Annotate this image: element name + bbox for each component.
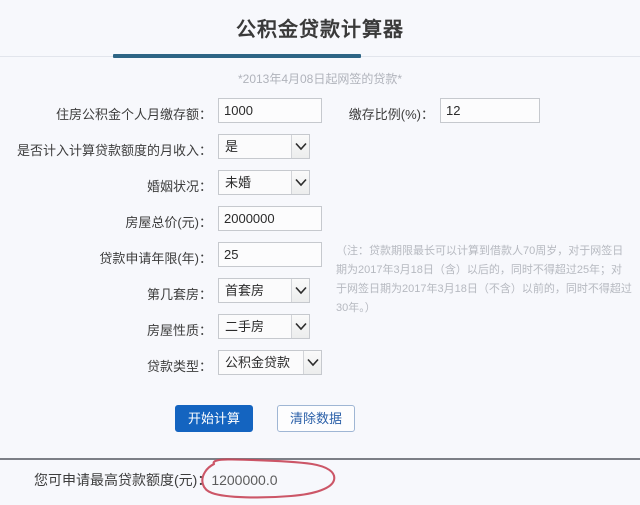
result-divider: [0, 458, 640, 460]
house-total-price-input[interactable]: [218, 206, 322, 231]
house-order-select[interactable]: 首套房: [218, 278, 310, 303]
include-income-select[interactable]: 是: [218, 134, 310, 159]
deposit-ratio-field: [440, 98, 540, 123]
calculator-form: 住房公积金个人月缴存额： 缴存比例(%)： 是否计入计算贷款额度的月收入： 是: [0, 96, 640, 384]
form-row-include-income: 是否计入计算贷款额度的月收入： 是: [0, 132, 640, 168]
marital-status-select[interactable]: 未婚: [218, 170, 310, 195]
include-income-field: 是: [218, 134, 310, 163]
monthly-deposit-input[interactable]: [218, 98, 322, 123]
house-order-field: 首套房: [218, 278, 310, 307]
loan-years-field: [218, 242, 322, 267]
monthly-deposit-label: 住房公积金个人月缴存额：: [55, 107, 212, 122]
result-value: 1200000.0: [211, 472, 278, 488]
loan-calculator-page: 公积金贷款计算器 *2013年4月08日起网签的贷款* 住房公积金个人月缴存额：…: [0, 0, 640, 500]
house-total-price-field: [218, 206, 322, 231]
marital-status-label: 婚姻状况：: [146, 179, 212, 194]
form-row-loan-type: 贷款类型： 公积金贷款: [0, 348, 640, 384]
calculate-button[interactable]: 开始计算: [175, 405, 253, 432]
loan-years-input[interactable]: [218, 242, 322, 267]
house-nature-label: 房屋性质：: [146, 323, 212, 338]
house-nature-select[interactable]: 二手房: [218, 314, 310, 339]
form-row-house-price: 房屋总价(元)：: [0, 204, 640, 240]
deposit-ratio-input[interactable]: [440, 98, 540, 123]
chevron-down-icon: [291, 135, 309, 158]
house-order-label: 第几套房：: [146, 287, 212, 302]
result-label: 您可申请最高贷款额度(元)：: [34, 472, 212, 488]
loan-term-note: （注：贷款期限最长可以计算到借款人70周岁，对于网签日期为2017年3月18日（…: [336, 245, 632, 314]
chevron-down-icon: [291, 171, 309, 194]
form-row-marital-status: 婚姻状况： 未婚: [0, 168, 640, 204]
house-nature-field: 二手房: [218, 314, 310, 343]
page-subtitle: *2013年4月08日起网签的贷款*: [237, 72, 403, 86]
loan-type-field: 公积金贷款: [218, 350, 322, 379]
marital-status-field: 未婚: [218, 170, 310, 199]
clear-button[interactable]: 清除数据: [277, 405, 355, 432]
page-title: 公积金贷款计算器: [236, 19, 404, 41]
form-row-deposit: 住房公积金个人月缴存额： 缴存比例(%)：: [0, 96, 640, 132]
loan-type-select[interactable]: 公积金贷款: [218, 350, 322, 375]
chevron-down-icon: [291, 315, 309, 338]
loan-years-label: 贷款申请年限(年)：: [99, 251, 212, 266]
include-income-label: 是否计入计算贷款额度的月收入：: [16, 143, 212, 158]
monthly-deposit-field: [218, 98, 322, 123]
loan-type-label: 贷款类型：: [146, 359, 212, 374]
result-line: 您可申请最高贷款额度(元)：1200000.0: [34, 470, 278, 490]
active-tab-underline: [113, 54, 361, 58]
house-total-price-label: 房屋总价(元)：: [125, 215, 212, 230]
deposit-ratio-label: 缴存比例(%)：: [348, 107, 434, 122]
page-header: 公积金贷款计算器: [0, 0, 640, 58]
chevron-down-icon: [303, 351, 321, 374]
chevron-down-icon: [291, 279, 309, 302]
